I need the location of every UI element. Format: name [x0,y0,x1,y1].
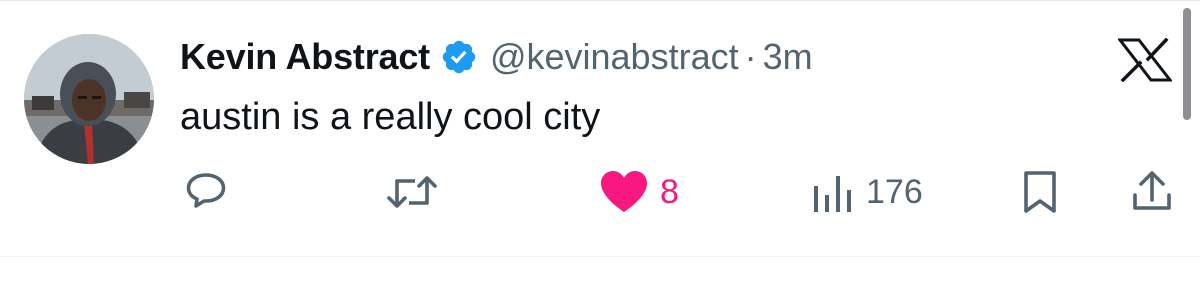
repost-button[interactable] [386,166,438,218]
verified-badge-icon [442,40,476,74]
bookmark-icon [1024,171,1056,213]
top-divider [0,0,1200,1]
reply-button[interactable] [182,166,230,218]
avatar[interactable] [24,34,154,164]
share-button[interactable] [1128,166,1176,218]
separator-dot: · [744,36,757,77]
like-count: 8 [660,172,679,211]
tweet-text: austin is a really cool city [180,96,601,138]
timestamp[interactable]: 3m [763,36,813,78]
action-bar: 8 176 [0,166,1200,218]
views-count: 176 [866,172,923,211]
views-button[interactable]: 176 [808,166,923,218]
tweet-header: Kevin Abstract @kevinabstract · 3m [180,34,813,80]
reply-icon [186,173,226,208]
repost-icon [387,176,437,208]
handle[interactable]: @kevinabstract [490,36,739,78]
display-name[interactable]: Kevin Abstract [180,36,430,78]
views-bar-chart-icon [814,176,851,212]
bottom-divider [0,256,1200,257]
like-button[interactable]: 8 [598,166,679,218]
bookmark-button[interactable] [1018,166,1062,218]
scrollbar[interactable] [1183,8,1191,120]
heart-filled-icon [601,171,647,212]
x-logo-icon[interactable] [1118,38,1172,82]
share-icon [1133,171,1171,210]
